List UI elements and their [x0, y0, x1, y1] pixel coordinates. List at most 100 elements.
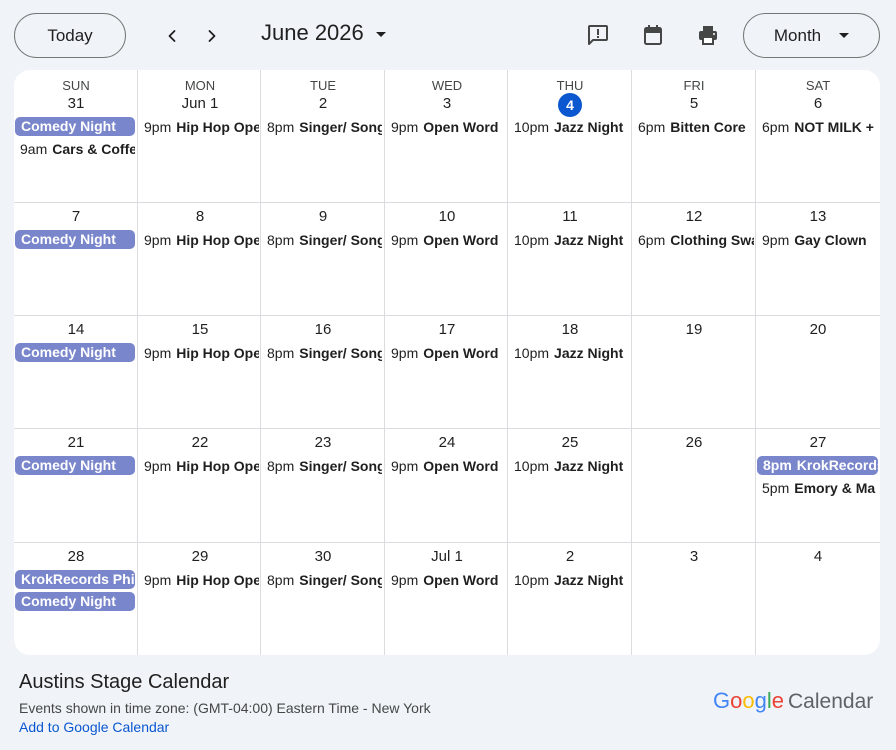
calendar-event[interactable]: 9pmHip Hop Open Mic [144, 570, 259, 590]
day-number[interactable]: 24 [385, 432, 509, 454]
day-number[interactable]: 7 [14, 206, 138, 228]
day-number[interactable]: 17 [385, 319, 509, 341]
weekday-header: SAT [805, 78, 831, 93]
event-title: Comedy Night [21, 118, 116, 134]
day-label: 12 [685, 208, 703, 225]
today-button[interactable]: Today [14, 13, 126, 58]
event-title: Comedy Night [21, 344, 116, 360]
calendar-event[interactable]: 10pm Jazz Night [514, 117, 630, 137]
day-number[interactable]: 4 [508, 93, 632, 117]
calendar-event[interactable]: Comedy Night [15, 230, 135, 249]
day-number[interactable]: 3 [632, 546, 756, 568]
calendar-event[interactable]: 9pmHip Hop Open Mic [144, 117, 259, 137]
day-number[interactable]: 22 [138, 432, 262, 454]
day-number[interactable]: 3 [385, 93, 509, 115]
calendar-event[interactable]: 9amCars & Coffee [20, 139, 135, 159]
day-number[interactable]: 18 [508, 319, 632, 341]
day-number[interactable]: 2 [508, 546, 632, 568]
calendar-event[interactable]: Comedy Night [15, 117, 135, 136]
event-time: 9am [20, 141, 48, 157]
calendar-event[interactable]: 9pm Open Word [391, 456, 506, 476]
day-number[interactable]: 29 [138, 546, 262, 568]
open-calendar-button[interactable] [640, 22, 666, 48]
calendar-event[interactable]: 8pmSinger/ Songwriter [267, 230, 382, 250]
day-label: 8 [195, 208, 205, 225]
calendar-event[interactable]: 8pm KrokRecords [757, 456, 878, 475]
day-number[interactable]: 9 [261, 206, 385, 228]
day-number[interactable]: 11 [508, 206, 632, 228]
day-number[interactable]: 20 [756, 319, 880, 341]
calendar-event[interactable]: Comedy Night [15, 592, 135, 611]
calendar-event[interactable]: 8pmSinger/ Songwriter [267, 343, 382, 363]
calendar-event[interactable]: 6pm Bitten Core [638, 117, 754, 137]
calendar-event[interactable]: 8pmSinger/ Songwriter [267, 456, 382, 476]
day-number[interactable]: 2 [261, 93, 385, 115]
day-label: 3 [689, 548, 699, 565]
day-number[interactable]: Jun 1 [138, 93, 262, 115]
day-number[interactable]: 15 [138, 319, 262, 341]
day-number[interactable]: 8 [138, 206, 262, 228]
day-number[interactable]: 19 [632, 319, 756, 341]
calendar-event[interactable]: 10pm Jazz Night [514, 570, 630, 590]
calendar-event[interactable]: 9pmHip Hop Open Mic [144, 343, 259, 363]
event-title: KrokRecords [796, 457, 878, 473]
day-label: 27 [809, 434, 827, 451]
day-number[interactable]: Jul 1 [385, 546, 509, 568]
day-number[interactable]: 5 [632, 93, 756, 115]
calendar-event[interactable]: Comedy Night [15, 456, 135, 475]
day-number[interactable]: 26 [632, 432, 756, 454]
day-number[interactable]: 31 [14, 93, 138, 115]
day-number[interactable]: 16 [261, 319, 385, 341]
dropdown-caret-icon [375, 31, 386, 37]
calendar-event[interactable]: 6pm NOT MILK + [762, 117, 878, 137]
add-to-google-calendar-link[interactable]: Add to Google Calendar [19, 719, 169, 735]
day-label: 2 [318, 95, 328, 112]
calendar-event[interactable]: 9pmHip Hop Open Mic [144, 456, 259, 476]
dropdown-caret-icon [839, 33, 850, 38]
logo-letter: e [771, 688, 785, 713]
calendar-event[interactable]: 10pm Jazz Night [514, 456, 630, 476]
print-button[interactable] [695, 22, 721, 48]
day-number[interactable]: 14 [14, 319, 138, 341]
feedback-button[interactable] [585, 22, 611, 48]
calendar-event[interactable]: 10pm Jazz Night [514, 230, 630, 250]
day-number[interactable]: 4 [756, 546, 880, 568]
day-label: 10 [438, 208, 456, 225]
day-number[interactable]: 6 [756, 93, 880, 115]
calendar-event[interactable]: 9pm Open Word [391, 570, 506, 590]
day-number[interactable]: 28 [14, 546, 138, 568]
calendar-event[interactable]: 10pm Jazz Night [514, 343, 630, 363]
calendar-event[interactable]: 9pm Open Word [391, 117, 506, 137]
event-title: Comedy Night [21, 457, 116, 473]
day-number[interactable]: 27 [756, 432, 880, 454]
calendar-event[interactable]: 8pmSinger/ Songwriter [267, 117, 382, 137]
calendar-event[interactable]: 9pm Open Word [391, 343, 506, 363]
day-label: 6 [813, 95, 823, 112]
event-title: Emory & Ma [794, 480, 876, 496]
calendar-event[interactable]: 5pm Emory & Ma [762, 478, 878, 498]
day-number[interactable]: 25 [508, 432, 632, 454]
day-number[interactable]: 13 [756, 206, 880, 228]
day-number[interactable]: 23 [261, 432, 385, 454]
calendar-event[interactable]: KrokRecords Phi [15, 570, 135, 589]
month-picker[interactable]: June 2026 [261, 20, 386, 46]
chevron-left-icon [168, 30, 176, 42]
calendar-event[interactable]: 9pm Open Word [391, 230, 506, 250]
calendar-event[interactable]: 9pmHip Hop Open Mic [144, 230, 259, 250]
day-number[interactable]: 12 [632, 206, 756, 228]
event-time: 9pm [144, 458, 172, 474]
event-title: Hip Hop Open Mic [176, 345, 259, 361]
weekday-header: FRI [683, 78, 705, 93]
calendar-event[interactable]: 8pmSinger/ Songwriter [267, 570, 382, 590]
day-number[interactable]: 30 [261, 546, 385, 568]
view-selector[interactable]: Month [743, 13, 880, 58]
calendar-event[interactable]: 9pm Gay Clown [762, 230, 878, 250]
day-number[interactable]: 21 [14, 432, 138, 454]
google-calendar-logo[interactable]: G o o g l e Calendar [713, 688, 873, 714]
calendar-event[interactable]: Comedy Night [15, 343, 135, 362]
previous-month-button[interactable] [156, 20, 188, 52]
event-title: Bitten Core [670, 119, 746, 135]
day-number[interactable]: 10 [385, 206, 509, 228]
next-month-button[interactable] [196, 20, 228, 52]
calendar-event[interactable]: 6pmClothing Swap [638, 230, 754, 250]
